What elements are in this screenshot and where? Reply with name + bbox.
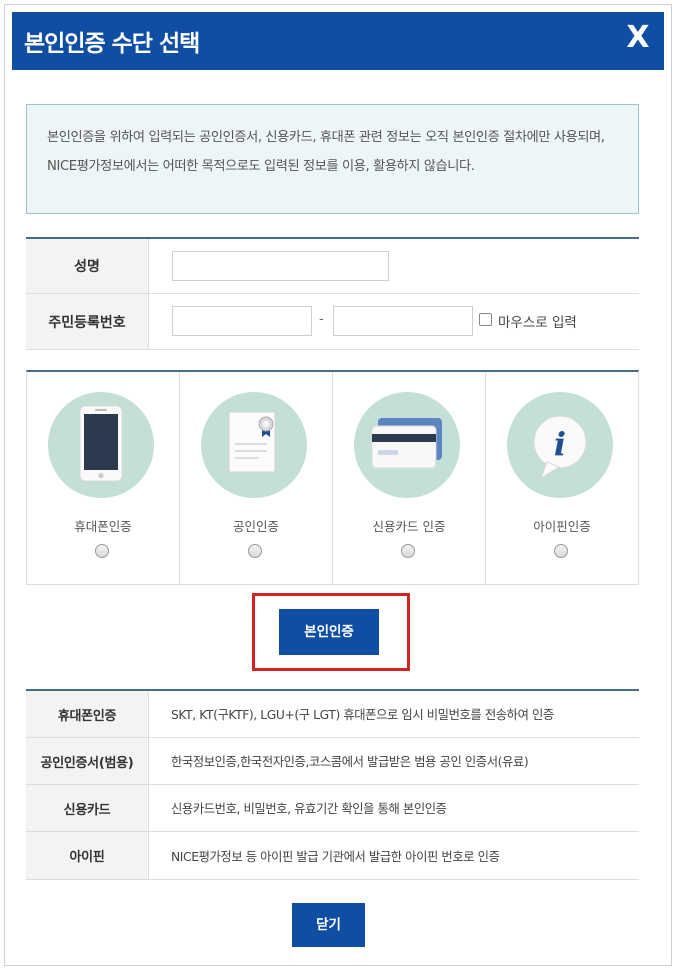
method-label-ipin: 아이핀인증 (533, 519, 591, 534)
name-label: 성명 (26, 239, 149, 293)
rrn-row: 주민등록번호 - 마우스로 입력 (26, 294, 639, 349)
svg-text:i: i (554, 425, 566, 463)
rrn-label: 주민등록번호 (26, 294, 149, 349)
rrn-separator: - (319, 312, 324, 327)
method-label-credit-card: 신용카드 인증 (372, 519, 446, 534)
method-option-ipin[interactable]: i 아이핀인증 (486, 372, 638, 584)
rrn-value-cell: - 마우스로 입력 (149, 294, 639, 349)
info-row-desc: NICE평가정보 등 아이핀 발급 기관에서 발급한 아이핀 번호로 인증 (171, 849, 500, 864)
close-icon[interactable]: X (620, 18, 656, 58)
mouse-input-checkbox[interactable] (479, 313, 492, 326)
info-row-desc: 한국정보인증,한국전자인증,코스콤에서 발급받은 범용 공인 인증서(유료) (171, 755, 529, 769)
method-option-certificate[interactable]: 공인인증 (180, 372, 333, 584)
auth-method-options: 휴대폰인증 공인인증 신용카드 인증 i 아이핀인증 (26, 370, 639, 585)
ipin-info-icon: i (507, 392, 613, 498)
method-radio-credit-card[interactable] (401, 544, 415, 558)
mouse-input-label[interactable]: 마우스로 입력 (498, 311, 577, 331)
info-row-label: 아이핀 (26, 832, 149, 879)
info-row: 휴대폰인증 SKT, KT(구KTF), LGU+(구 LGT) 휴대폰으로 임… (26, 691, 639, 738)
name-value-cell (149, 239, 639, 293)
method-radio-phone[interactable] (95, 544, 109, 558)
method-label-phone: 휴대폰인증 (74, 519, 132, 534)
certificate-icon (201, 392, 307, 498)
verify-identity-button[interactable]: 본인인증 (279, 609, 379, 655)
privacy-notice: 본인인증을 위하여 입력되는 공인인증서, 신용카드, 휴대폰 관련 정보는 오… (26, 104, 639, 214)
info-row: 아이핀 NICE평가정보 등 아이핀 발급 기관에서 발급한 아이핀 번호로 인… (26, 832, 639, 879)
dialog-title: 본인인증 수단 선택 (24, 31, 200, 57)
dialog-titlebar: 본인인증 수단 선택 X (12, 12, 664, 70)
close-button[interactable]: 닫기 (292, 903, 365, 947)
method-label-certificate: 공인인증 (232, 519, 279, 534)
name-input[interactable] (172, 251, 389, 281)
rrn-back-input[interactable] (333, 306, 473, 336)
info-row-label: 휴대폰인증 (26, 691, 149, 737)
method-radio-ipin[interactable] (554, 544, 568, 558)
info-row-label: 공인인증서(범용) (26, 738, 149, 784)
credit-card-icon (354, 392, 460, 498)
info-row: 공인인증서(범용) 한국정보인증,한국전자인증,코스콤에서 발급받은 범용 공인… (26, 738, 639, 785)
name-row: 성명 (26, 239, 639, 294)
method-info-table: 휴대폰인증 SKT, KT(구KTF), LGU+(구 LGT) 휴대폰으로 임… (26, 689, 639, 880)
info-row-label: 신용카드 (26, 785, 149, 831)
rrn-front-input[interactable] (172, 306, 312, 336)
method-radio-certificate[interactable] (248, 544, 262, 558)
info-row-desc: 신용카드번호, 비밀번호, 유효기간 확인을 통해 본인인증 (171, 802, 447, 816)
method-option-phone[interactable]: 휴대폰인증 (27, 372, 180, 584)
smartphone-icon (48, 392, 154, 498)
privacy-notice-text: 본인인증을 위하여 입력되는 공인인증서, 신용카드, 휴대폰 관련 정보는 오… (47, 130, 605, 174)
method-option-credit-card[interactable]: 신용카드 인증 (333, 372, 486, 584)
info-row: 신용카드 신용카드번호, 비밀번호, 유효기간 확인을 통해 본인인증 (26, 785, 639, 832)
identity-form: 성명 주민등록번호 - 마우스로 입력 (26, 237, 639, 350)
info-row-desc: SKT, KT(구KTF), LGU+(구 LGT) 휴대폰으로 임시 비밀번호… (171, 708, 554, 722)
